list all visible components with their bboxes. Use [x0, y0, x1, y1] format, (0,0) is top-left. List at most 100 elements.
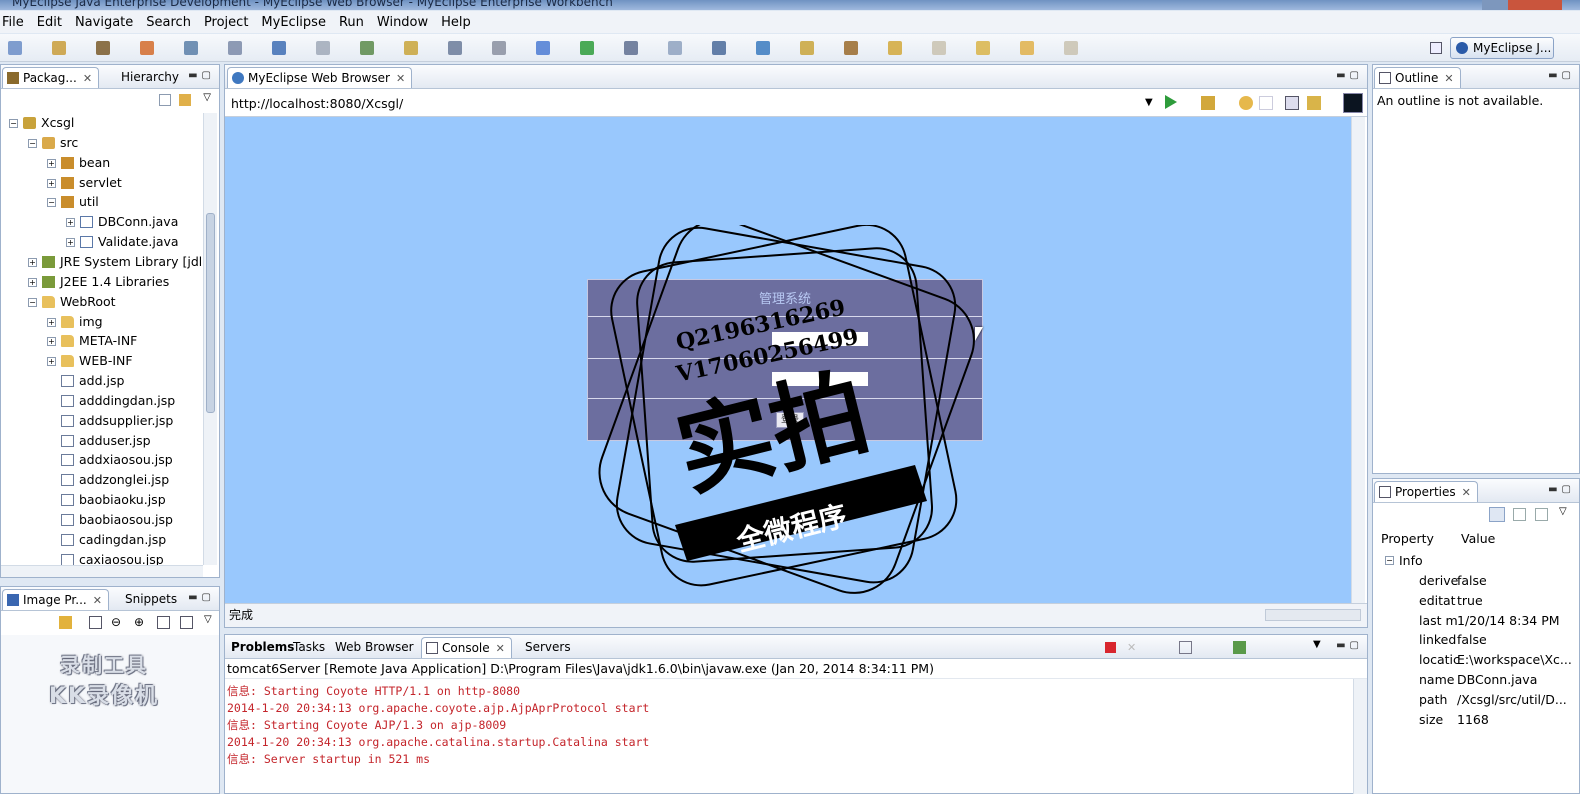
console-icon[interactable]	[228, 41, 242, 55]
tree-item[interactable]: cadingdan.jsp	[5, 530, 201, 550]
console-scrollbar[interactable]	[1353, 679, 1367, 794]
minimize-maximize-icons[interactable]: ▬▢	[188, 70, 215, 81]
expand-icon[interactable]: +	[28, 277, 37, 287]
tree-item[interactable]: addxiaosou.jsp	[5, 450, 201, 470]
project-icon[interactable]	[272, 41, 286, 55]
open-task-icon[interactable]	[668, 41, 682, 55]
password-input[interactable]	[772, 372, 868, 386]
tab-servers[interactable]: Servers	[521, 637, 577, 658]
search-icon[interactable]	[184, 41, 198, 55]
refresh-icon[interactable]	[59, 616, 72, 629]
annotation-icon[interactable]	[888, 41, 902, 55]
package-tree-hscrollbar[interactable]	[1, 565, 203, 577]
tree-item[interactable]: + WEB-INF	[5, 351, 201, 371]
expand-icon[interactable]: +	[66, 238, 75, 248]
tab-web-browser[interactable]: Web Browser	[331, 637, 420, 658]
zoom-out-icon[interactable]: ⊖	[111, 615, 121, 629]
tree-item[interactable]: + META-INF	[5, 331, 201, 351]
web-icon[interactable]	[360, 41, 374, 55]
collapse-icon[interactable]: −	[28, 138, 37, 148]
remove-launch-icon[interactable]: ✕	[1127, 642, 1138, 653]
zoom-fit-icon[interactable]	[180, 616, 193, 629]
refresh-icon[interactable]	[1307, 96, 1321, 110]
expand-icon[interactable]: +	[47, 337, 56, 347]
deploy-icon[interactable]	[448, 41, 462, 55]
filter-icon[interactable]	[1513, 508, 1526, 521]
tree-item[interactable]: baobiaoku.jsp	[5, 490, 201, 510]
open-perspective-icon[interactable]	[1430, 42, 1442, 54]
package-tree-scrollbar[interactable]	[203, 113, 217, 565]
expand-icon[interactable]: +	[47, 357, 56, 367]
username-input[interactable]	[772, 332, 868, 346]
tab-package-explorer[interactable]: Packag... ✕	[2, 67, 100, 88]
tree-item[interactable]: − src	[5, 133, 201, 153]
menu-item-file[interactable]: File	[2, 15, 24, 30]
tree-item[interactable]: addzonglei.jsp	[5, 470, 201, 490]
tree-item[interactable]: baobiaosou.jsp	[5, 510, 201, 530]
forward-arrow-icon[interactable]	[1020, 41, 1034, 55]
url-dropdown-chevron-down-icon[interactable]: ▼	[1145, 97, 1153, 108]
collapse-all-icon[interactable]	[159, 94, 171, 106]
tab-tasks[interactable]: Tasks	[289, 637, 331, 658]
menu-item-myeclipse[interactable]: MyEclipse	[261, 15, 326, 30]
menu-item-window[interactable]: Window	[377, 15, 428, 30]
tree-item[interactable]: add.jsp	[5, 371, 201, 391]
tab-properties[interactable]: Properties ✕	[1374, 481, 1478, 502]
hierarchy-icon[interactable]	[712, 41, 726, 55]
tree-item[interactable]: + img	[5, 312, 201, 332]
zoom-in-icon[interactable]: ⊕	[134, 615, 144, 629]
view-menu-chevron-down-icon[interactable]: ▽	[203, 92, 211, 103]
pin-icon[interactable]	[1064, 41, 1078, 55]
tab-web-browser[interactable]: MyEclipse Web Browser ✕	[227, 67, 413, 88]
expand-icon[interactable]: +	[47, 317, 56, 327]
tree-item[interactable]: adddingdan.jsp	[5, 391, 201, 411]
clear-console-icon[interactable]	[1179, 641, 1192, 654]
tab-snippets[interactable]: Snippets	[105, 589, 183, 610]
expand-icon[interactable]: +	[28, 257, 37, 267]
view-menu-chevron-down-icon[interactable]: ▽	[1559, 506, 1567, 517]
window-controls[interactable]	[1482, 0, 1562, 10]
tree-item[interactable]: + J2EE 1.4 Libraries	[5, 272, 201, 292]
tab-image-preview[interactable]: Image Pr... ✕	[2, 589, 109, 610]
refactor-icon[interactable]	[492, 41, 506, 55]
browser-scrollbar[interactable]	[1351, 117, 1365, 603]
minimize-maximize-icons[interactable]: ▬▢	[1548, 70, 1575, 81]
print-icon[interactable]	[96, 41, 110, 55]
menu-item-run[interactable]: Run	[339, 15, 364, 30]
menu-item-help[interactable]: Help	[441, 15, 471, 30]
debug-icon[interactable]	[536, 41, 550, 55]
restore-default-icon[interactable]	[1535, 508, 1548, 521]
minimize-maximize-icons[interactable]: ▬▢	[188, 592, 215, 603]
view-menu-chevron-down-icon[interactable]: ▽	[204, 614, 212, 625]
tree-item[interactable]: − Xcsgl	[5, 113, 201, 133]
collapse-group-icon[interactable]: −	[1385, 556, 1394, 565]
close-icon[interactable]: ✕	[496, 642, 505, 655]
open-type-icon[interactable]	[140, 41, 154, 55]
browser-engine-icon[interactable]	[1343, 93, 1363, 113]
external-tools-icon[interactable]	[624, 41, 638, 55]
open-console-chevron-down-icon[interactable]: ▼	[1313, 639, 1321, 650]
expand-icon[interactable]: +	[66, 218, 75, 228]
tree-item[interactable]: + DBConn.java	[5, 212, 201, 232]
actual-size-icon[interactable]	[157, 616, 170, 629]
collapse-icon[interactable]: −	[9, 119, 18, 128]
back-arrow-icon[interactable]	[976, 41, 990, 55]
expand-icon[interactable]: +	[47, 158, 56, 168]
new-icon[interactable]	[8, 41, 22, 55]
minimize-maximize-icons[interactable]: ▬▢	[1336, 640, 1363, 651]
tree-item[interactable]: − util	[5, 192, 201, 212]
close-icon[interactable]: ✕	[83, 72, 92, 85]
tree-item[interactable]: adduser.jsp	[5, 431, 201, 451]
collapse-icon[interactable]: −	[28, 297, 37, 307]
close-icon[interactable]: ✕	[93, 594, 102, 607]
terminate-icon[interactable]	[1105, 642, 1116, 653]
tree-item[interactable]: + servlet	[5, 173, 201, 193]
menu-item-search[interactable]: Search	[146, 15, 191, 30]
refresh-icon[interactable]	[756, 41, 770, 55]
login-button[interactable]: 登录	[776, 412, 804, 428]
tree-item[interactable]: − WebRoot	[5, 292, 201, 312]
menu-item-navigate[interactable]: Navigate	[75, 15, 133, 30]
menu-item-project[interactable]: Project	[204, 15, 248, 30]
menu-item-edit[interactable]: Edit	[37, 15, 62, 30]
close-icon[interactable]: ✕	[396, 72, 405, 85]
